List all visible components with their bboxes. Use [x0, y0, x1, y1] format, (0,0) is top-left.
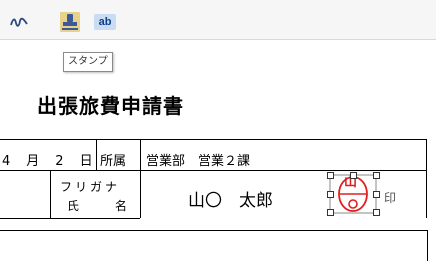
ink-pen-icon[interactable] — [9, 12, 29, 32]
resize-handle-ne[interactable] — [373, 172, 380, 179]
col-divider-label — [140, 140, 141, 218]
stamp-tooltip: スタンプ — [63, 52, 113, 72]
resize-handle-sw[interactable] — [327, 209, 334, 216]
resize-handle-nw[interactable] — [327, 172, 334, 179]
department-label: 所属 — [100, 154, 127, 169]
row-bottom-left — [0, 218, 140, 219]
name-label: 氏 名 — [67, 199, 140, 213]
drawing-toolbar: ab — [0, 0, 436, 40]
furigana-label: フリガナ — [60, 180, 121, 194]
resize-handle-se[interactable] — [373, 209, 380, 216]
selected-stamp[interactable]: 山 — [326, 172, 382, 216]
textbox-ab-button[interactable]: ab — [94, 14, 116, 30]
applicant-name[interactable]: 山〇 太郎 — [188, 186, 273, 211]
resize-handle-e[interactable] — [373, 191, 380, 198]
row-divider — [0, 170, 426, 171]
application-date: 4月2日 — [2, 154, 93, 169]
stamp-icon[interactable] — [60, 12, 80, 32]
seal-label: 印 — [384, 191, 397, 205]
document-title: 出張旅費申請書 — [37, 94, 184, 118]
lower-form-section — [0, 230, 428, 261]
resize-handle-w[interactable] — [327, 191, 334, 198]
department-value[interactable]: 営業部 営業２課 — [146, 150, 250, 169]
col-divider-name-left — [50, 170, 51, 218]
resize-handle-n[interactable] — [350, 172, 357, 179]
